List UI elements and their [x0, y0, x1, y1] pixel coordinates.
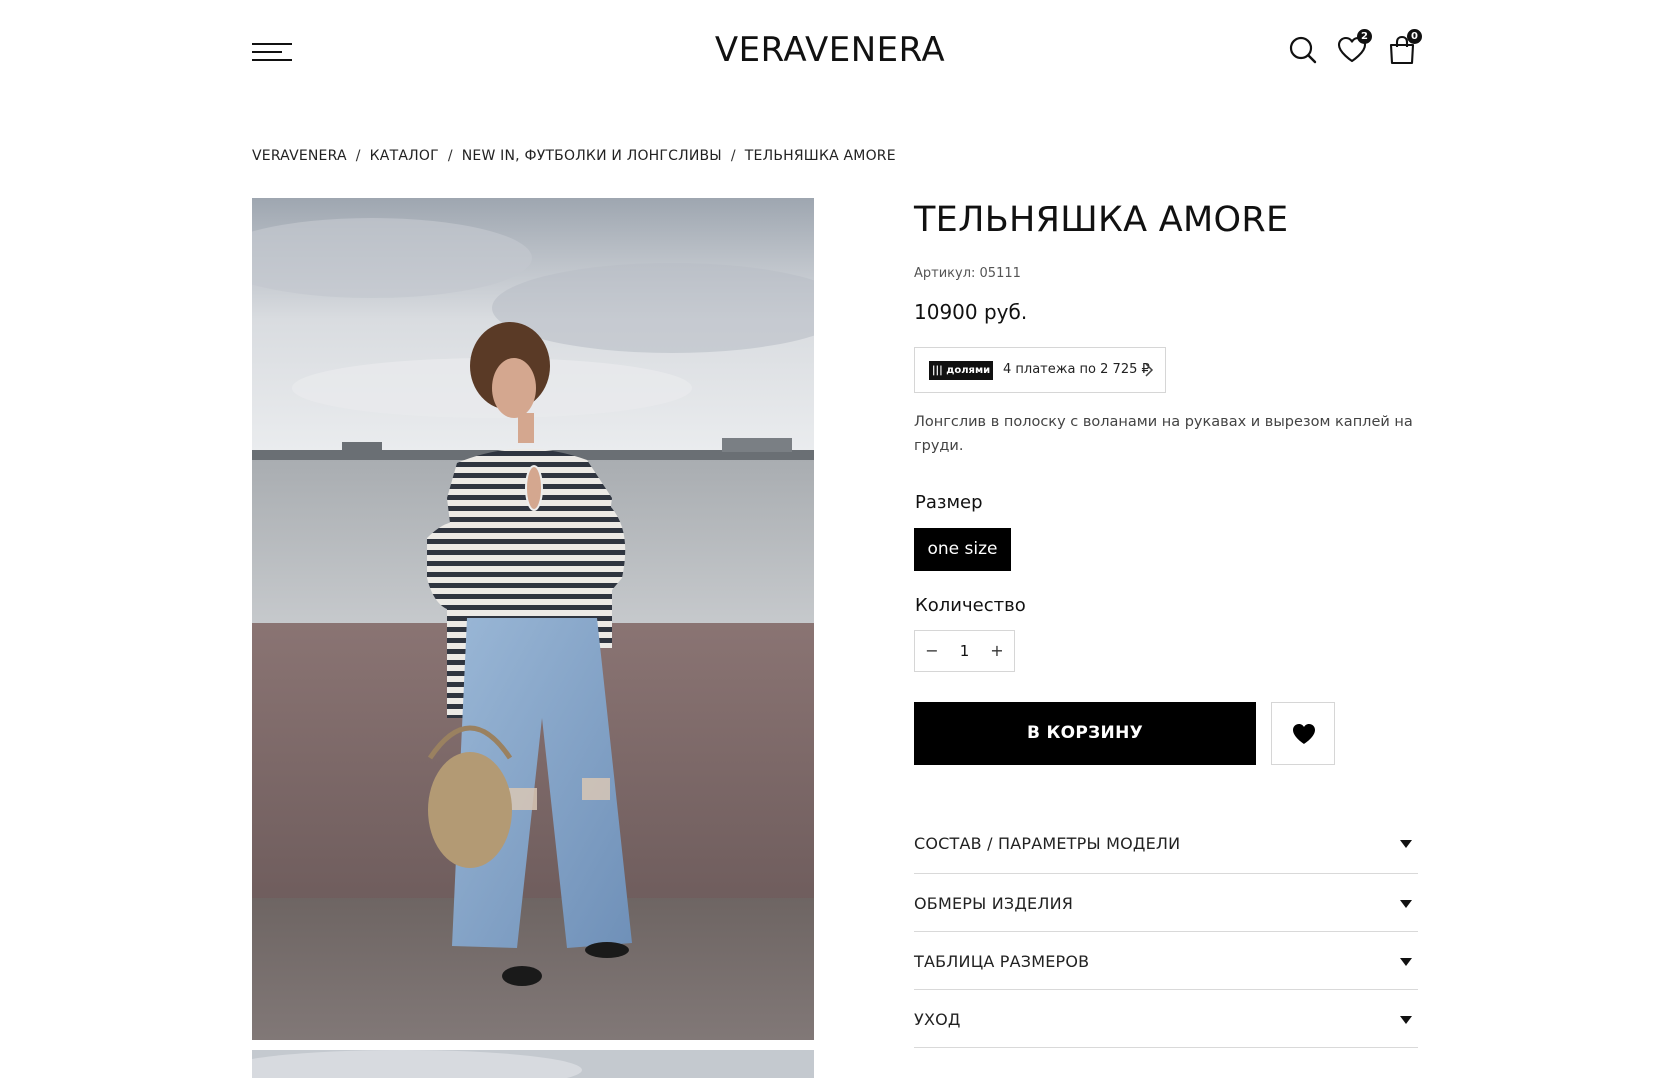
search-icon[interactable]: [1287, 34, 1319, 66]
quantity-increase-button[interactable]: +: [980, 631, 1014, 671]
quantity-decrease-button[interactable]: −: [915, 631, 949, 671]
product-photo[interactable]: [252, 198, 814, 1040]
heart-filled-icon: [1293, 724, 1315, 744]
installment-text: 4 платежа по 2 725 ₽: [1003, 362, 1150, 377]
size-option-one-size[interactable]: one size: [914, 528, 1011, 571]
accordion-item-care[interactable]: УХОД: [914, 990, 1418, 1048]
dolyami-logo: ||| долями: [929, 361, 993, 380]
accordion-label: СОСТАВ / ПАРАМЕТРЫ МОДЕЛИ: [914, 834, 1181, 853]
accordion-label: УХОД: [914, 1010, 961, 1029]
breadcrumb: VERAVENERA / КАТАЛОГ / NEW IN, ФУТБОЛКИ И ЛО…: [252, 148, 896, 164]
caret-down-icon: [1400, 900, 1412, 908]
installment-widget[interactable]: ||| долями 4 платежа по 2 725 ₽: [914, 347, 1166, 393]
breadcrumb-separator: /: [447, 148, 453, 164]
breadcrumb-item-category[interactable]: NEW IN, ФУТБОЛКИ И ЛОНГСЛИВЫ: [462, 148, 722, 164]
accordion-label: ТАБЛИЦА РАЗМЕРОВ: [914, 952, 1090, 971]
site-header: VERAVENERA 2 0: [0, 0, 1660, 104]
add-to-favorites-button[interactable]: [1271, 702, 1335, 765]
accordion-item-measurements[interactable]: ОБМЕРЫ ИЗДЕЛИЯ: [914, 874, 1418, 932]
size-label: Размер: [915, 492, 983, 513]
product-title: ТЕЛЬНЯШКА AMORE: [914, 200, 1289, 240]
quantity-label: Количество: [915, 595, 1026, 616]
wishlist-count-badge: 2: [1357, 29, 1372, 44]
wishlist-button[interactable]: 2: [1336, 29, 1372, 66]
accordion-label: ОБМЕРЫ ИЗДЕЛИЯ: [914, 894, 1074, 913]
add-to-cart-button[interactable]: В КОРЗИНУ: [914, 702, 1256, 765]
product-photo-secondary[interactable]: [252, 1050, 814, 1078]
breadcrumb-separator: /: [730, 148, 736, 164]
accordion-item-size-table[interactable]: ТАБЛИЦА РАЗМЕРОВ: [914, 932, 1418, 990]
product-sku: Артикул: 05111: [914, 266, 1021, 281]
breadcrumb-item-catalog[interactable]: КАТАЛОГ: [370, 148, 439, 164]
caret-down-icon: [1400, 840, 1412, 848]
quantity-input[interactable]: [949, 631, 980, 671]
caret-down-icon: [1400, 1016, 1412, 1024]
product-details-accordion: СОСТАВ / ПАРАМЕТРЫ МОДЕЛИ ОБМЕРЫ ИЗДЕЛИЯ…: [914, 814, 1418, 1048]
breadcrumb-item-home[interactable]: VERAVENERA: [252, 148, 347, 164]
cart-button[interactable]: 0: [1386, 29, 1422, 66]
site-logo-text[interactable]: VERAVENERA: [715, 30, 945, 70]
breadcrumb-item-current: ТЕЛЬНЯШКА AMORE: [744, 148, 896, 164]
breadcrumb-separator: /: [355, 148, 361, 164]
product-description: Лонгслив в полоску с воланами на рукавах…: [914, 414, 1413, 454]
cart-count-badge: 0: [1407, 29, 1422, 44]
caret-down-icon: [1400, 958, 1412, 966]
accordion-item-composition[interactable]: СОСТАВ / ПАРАМЕТРЫ МОДЕЛИ: [914, 814, 1418, 874]
chevron-right-icon: [1145, 363, 1154, 377]
quantity-stepper: − +: [914, 630, 1015, 672]
product-price: 10900 руб.: [914, 300, 1028, 324]
